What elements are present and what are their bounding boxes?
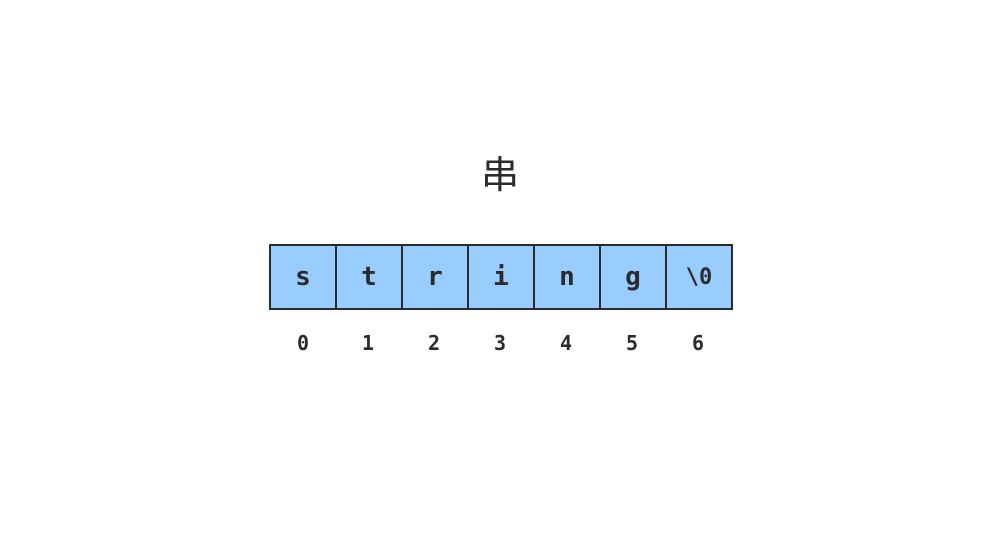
index-label-0: 0 xyxy=(296,331,310,355)
array-cell-5: g xyxy=(599,246,665,308)
index-label-3: 3 xyxy=(493,331,507,355)
array-cell-1: t xyxy=(335,246,401,308)
string-array: s t r i n g \0 xyxy=(269,244,733,310)
array-cell-6: \0 xyxy=(665,246,731,308)
index-label-5: 5 xyxy=(625,331,639,355)
index-label-1: 1 xyxy=(361,331,375,355)
array-cell-0: s xyxy=(295,262,311,292)
index-label-6: 6 xyxy=(691,331,705,355)
diagram-title: 串 xyxy=(480,153,519,197)
array-cell-4: n xyxy=(533,246,599,308)
index-label-4: 4 xyxy=(559,331,573,355)
index-label-2: 2 xyxy=(427,331,441,355)
array-cell-2: r xyxy=(401,246,467,308)
array-cell-3: i xyxy=(467,246,533,308)
index-row: 0 1 2 3 4 5 6 xyxy=(271,328,731,358)
